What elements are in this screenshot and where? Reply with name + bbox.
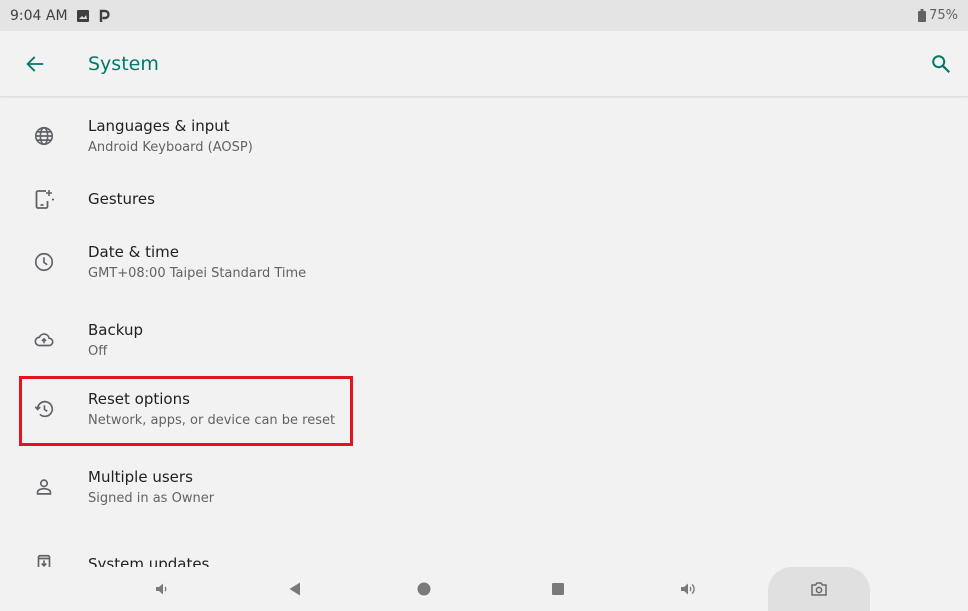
list-item-title: Languages & input [88,117,230,135]
battery-icon [918,9,927,22]
back-button[interactable] [0,31,70,97]
list-item-multiple-users[interactable]: Multiple users Signed in as Owner [0,448,968,526]
list-item-summary: Off [88,344,108,359]
history-icon [0,370,88,448]
search-button[interactable] [914,31,968,97]
volume-up-icon [681,583,695,595]
list-item-summary: Android Keyboard (AOSP) [88,140,253,155]
list-item-reset-options[interactable]: Reset options Network, apps, or device c… [0,370,968,448]
status-bar: 9:04 AM 75% [0,0,968,31]
app-bar: System [0,31,968,97]
screenshot-button[interactable] [768,567,870,611]
list-item-texts: System updates [88,555,209,567]
status-time: 9:04 AM [10,7,68,24]
page-title: System [88,52,159,75]
list-item-title: Gestures [88,190,155,208]
volume-down-icon [156,583,167,595]
system-update-icon [0,525,88,567]
list-item-title: Multiple users [88,468,193,486]
list-item-title: Backup [88,321,143,339]
list-item-texts: Reset options Network, apps, or device c… [88,390,335,428]
status-left: 9:04 AM [10,8,110,24]
arrow-left-icon [26,55,44,72]
list-item-system-updates[interactable]: System updates [0,525,968,567]
list-item-texts: Multiple users Signed in as Owner [88,468,214,506]
list-item-texts: Backup Off [88,321,143,359]
list-item-title: System updates [88,555,210,567]
list-item-texts: Languages & input Android Keyboard (AOSP… [88,117,253,155]
nav-bar [0,567,968,611]
recents-nav-button[interactable] [528,567,588,611]
list-item-title: Reset options [88,390,190,408]
home-circle-icon [417,582,431,596]
person-icon [0,448,88,526]
list-item-title: Date & time [88,243,179,261]
image-notification-icon [76,9,90,23]
cloud-upload-icon [0,301,88,379]
back-nav-button[interactable] [265,567,325,611]
volume-down-button[interactable] [132,567,192,611]
list-item-summary: GMT+08:00 Taipei Standard Time [88,266,307,281]
list-item-summary: Network, apps, or device can be reset [88,413,336,428]
list-item-texts: Date & time GMT+08:00 Taipei Standard Ti… [88,243,306,281]
list-item-summary: Signed in as Owner [88,491,215,506]
settings-list: Languages & input Android Keyboard (AOSP… [0,97,968,567]
list-item-date-time[interactable]: Date & time GMT+08:00 Taipei Standard Ti… [0,223,968,301]
recents-square-icon [552,583,564,595]
p-notification-icon [98,9,110,23]
list-item-texts: Gestures [88,190,155,208]
volume-up-button[interactable] [659,567,719,611]
home-nav-button[interactable] [394,567,454,611]
clock-icon [0,223,88,301]
list-item-backup[interactable]: Backup Off [0,301,968,379]
status-right: 75% [918,8,958,23]
battery-percent: 75% [929,8,958,23]
search-icon [932,54,951,73]
back-triangle-icon [289,582,300,596]
camera-icon [811,582,827,596]
